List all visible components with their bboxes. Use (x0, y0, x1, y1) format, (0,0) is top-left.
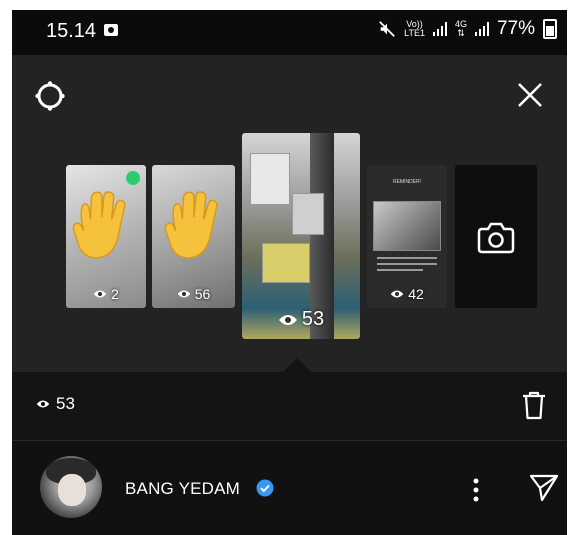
network-4g-indicator: 4G ⇅ (454, 19, 467, 38)
gear-icon[interactable] (34, 80, 66, 112)
profile-bar: BANG YEDAM (12, 441, 567, 535)
phone-screen: 15.14 Vo)) LTE1 4G ⇅ 77% 2 56 53 REMINDE… (12, 10, 567, 535)
story-thumbnail[interactable]: 2 (66, 165, 146, 308)
story-archive-viewer: 2 56 53 REMINDER! 42 (12, 55, 567, 373)
status-right-group: Vo)) LTE1 4G ⇅ 77% (378, 18, 557, 40)
volte-indicator: Vo)) LTE1 (404, 19, 425, 38)
verified-badge-icon (256, 479, 274, 497)
add-story-button[interactable] (455, 165, 537, 308)
status-time: 15.14 (46, 20, 97, 42)
story-preview-header: REMINDER! (392, 179, 422, 185)
trash-icon[interactable] (521, 390, 547, 420)
story-view-count: 42 (367, 286, 447, 302)
story-thumbnail[interactable]: 56 (152, 165, 235, 308)
more-vertical-icon[interactable] (472, 477, 480, 503)
story-preview-text-line (377, 263, 437, 265)
signal-bars-2-icon (474, 22, 489, 36)
close-icon[interactable] (515, 80, 545, 110)
eye-icon (278, 314, 297, 325)
eye-icon (93, 290, 107, 298)
screenshot-notification-icon (104, 24, 118, 36)
current-views-count: 53 (56, 394, 75, 413)
story-view-count: 53 (242, 308, 360, 331)
eye-icon (390, 290, 404, 298)
photo-poster (292, 193, 324, 235)
close-friends-badge (126, 171, 140, 185)
mute-icon (379, 21, 395, 37)
send-icon[interactable] (529, 474, 559, 502)
selection-pointer (283, 358, 311, 372)
photo-poster (250, 153, 290, 205)
eye-icon (177, 290, 191, 298)
raised-hand-emoji (72, 191, 126, 259)
story-preview-image (373, 201, 441, 251)
camera-icon (477, 222, 515, 254)
battery-percent: 77% (496, 18, 535, 39)
battery-icon (543, 19, 557, 39)
story-view-count: 2 (66, 286, 146, 302)
raised-hand-emoji (164, 191, 218, 259)
signal-bars-1-icon (432, 22, 447, 36)
story-view-count: 56 (152, 286, 235, 302)
username[interactable]: BANG YEDAM (125, 479, 240, 499)
avatar[interactable] (40, 456, 102, 518)
current-story-views[interactable]: 53 (36, 394, 75, 414)
story-preview-text-line (377, 269, 423, 271)
story-info-bar: 53 (12, 372, 567, 440)
eye-icon (36, 400, 50, 408)
story-thumbnail[interactable]: REMINDER! 42 (367, 165, 447, 308)
story-thumbnail-selected[interactable]: 53 (242, 133, 360, 339)
photo-poster (262, 243, 310, 283)
story-preview-text-line (377, 257, 437, 259)
status-bar: 15.14 Vo)) LTE1 4G ⇅ 77% (12, 10, 567, 55)
